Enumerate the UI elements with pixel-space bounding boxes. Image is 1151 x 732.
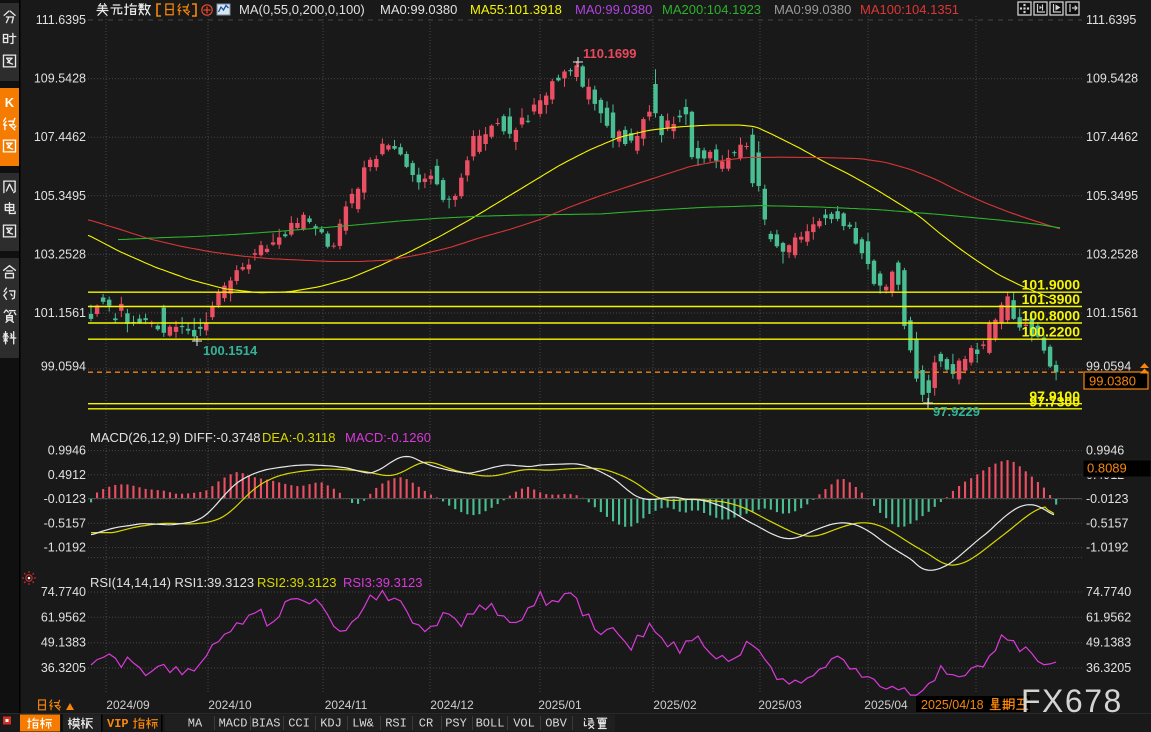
svg-text:0.8089: 0.8089: [1087, 461, 1127, 476]
svg-text:MA0:99.0380: MA0:99.0380: [380, 2, 457, 17]
svg-text:107.4462: 107.4462: [34, 130, 86, 144]
svg-text:-0.0123: -0.0123: [1086, 492, 1128, 506]
svg-text:MA(0,55,0,200,0,100): MA(0,55,0,200,0,100): [239, 2, 365, 17]
svg-text:61.9562: 61.9562: [1086, 610, 1131, 624]
svg-text:100.8000: 100.8000: [1022, 307, 1081, 323]
svg-text:97.7300: 97.7300: [1029, 393, 1080, 409]
svg-text:CR: CR: [419, 717, 433, 731]
svg-text:2025/03: 2025/03: [758, 698, 802, 712]
svg-text:2024/09: 2024/09: [106, 698, 150, 712]
svg-text:-1.0192: -1.0192: [44, 541, 86, 555]
svg-text:MA55:101.3918: MA55:101.3918: [470, 2, 562, 17]
svg-text:0.4912: 0.4912: [48, 468, 86, 482]
svg-text:BIAS: BIAS: [252, 717, 281, 731]
svg-text:2024/10: 2024/10: [208, 698, 252, 712]
svg-text:MA0:99.0380: MA0:99.0380: [575, 2, 652, 17]
svg-text:2025/01: 2025/01: [538, 698, 582, 712]
svg-text:RSI2:39.3123: RSI2:39.3123: [257, 575, 337, 590]
svg-text:49.1383: 49.1383: [41, 636, 86, 650]
svg-text:MA0:99.0380: MA0:99.0380: [774, 2, 851, 17]
svg-text:111.6395: 111.6395: [1086, 13, 1136, 27]
svg-text:103.2528: 103.2528: [34, 247, 86, 261]
svg-text:2025/04: 2025/04: [864, 698, 908, 712]
svg-text:49.1383: 49.1383: [1086, 636, 1131, 650]
svg-text:99.0594: 99.0594: [41, 360, 86, 374]
svg-text:CCI: CCI: [288, 717, 310, 731]
svg-text:74.7740: 74.7740: [1086, 585, 1131, 599]
svg-text:DEA:-0.3118: DEA:-0.3118: [262, 430, 335, 445]
svg-text:2024/12: 2024/12: [430, 698, 474, 712]
svg-text:LW&: LW&: [352, 717, 374, 731]
svg-text:-0.0123: -0.0123: [44, 492, 86, 506]
svg-text:36.3205: 36.3205: [1086, 661, 1131, 675]
svg-text:PSY: PSY: [445, 717, 467, 731]
svg-text:101.3900: 101.3900: [1022, 291, 1081, 307]
svg-text:VOL: VOL: [513, 717, 535, 731]
svg-text:RSI3:39.3123: RSI3:39.3123: [343, 575, 423, 590]
svg-text:110.1699: 110.1699: [583, 46, 637, 61]
svg-text:-0.5157: -0.5157: [1086, 516, 1128, 530]
svg-text:-0.5157: -0.5157: [44, 516, 86, 530]
svg-text:-1.0192: -1.0192: [1086, 541, 1128, 555]
svg-text:111.6395: 111.6395: [36, 13, 86, 27]
svg-text:0.9946: 0.9946: [48, 444, 86, 458]
svg-text:101.1561: 101.1561: [1086, 306, 1138, 320]
svg-text:BOLL: BOLL: [476, 717, 505, 731]
svg-text:109.5428: 109.5428: [1086, 72, 1138, 86]
svg-text:97.9229: 97.9229: [933, 404, 980, 419]
svg-text:103.2528: 103.2528: [1086, 247, 1138, 261]
svg-text:MACD: MACD: [219, 717, 248, 731]
svg-text:MACD(26,12,9) DIFF:-0.3748: MACD(26,12,9) DIFF:-0.3748: [90, 430, 261, 445]
svg-text:OBV: OBV: [545, 717, 567, 731]
svg-text:74.7740: 74.7740: [41, 585, 86, 599]
svg-text:2025/02: 2025/02: [653, 698, 697, 712]
svg-text:100.2200: 100.2200: [1022, 324, 1081, 340]
svg-text:RSI: RSI: [385, 717, 407, 731]
svg-text:36.3205: 36.3205: [41, 661, 86, 675]
svg-text:99.0380: 99.0380: [1089, 374, 1136, 389]
svg-text:107.4462: 107.4462: [1086, 130, 1138, 144]
svg-text:MA200:104.1923: MA200:104.1923: [662, 2, 761, 17]
svg-text:2024/11: 2024/11: [325, 698, 368, 712]
svg-text:2025/04/18: 2025/04/18: [921, 698, 984, 712]
svg-text:109.5428: 109.5428: [34, 72, 86, 86]
svg-text:100.1514: 100.1514: [203, 343, 258, 358]
svg-text:K: K: [5, 95, 15, 110]
svg-text:MACD:-0.1260: MACD:-0.1260: [345, 430, 431, 445]
svg-text:MA: MA: [188, 717, 203, 731]
svg-text:VIP: VIP: [107, 717, 129, 731]
svg-text:KDJ: KDJ: [320, 717, 342, 731]
svg-text:105.3495: 105.3495: [1086, 189, 1138, 203]
svg-text:0.9946: 0.9946: [1086, 444, 1124, 458]
svg-text:105.3495: 105.3495: [34, 189, 86, 203]
svg-text:61.9562: 61.9562: [41, 610, 86, 624]
svg-text:RSI(14,14,14) RSI1:39.3123: RSI(14,14,14) RSI1:39.3123: [90, 575, 254, 590]
svg-text:101.1561: 101.1561: [34, 306, 86, 320]
svg-text:MA100:104.1351: MA100:104.1351: [860, 2, 959, 17]
